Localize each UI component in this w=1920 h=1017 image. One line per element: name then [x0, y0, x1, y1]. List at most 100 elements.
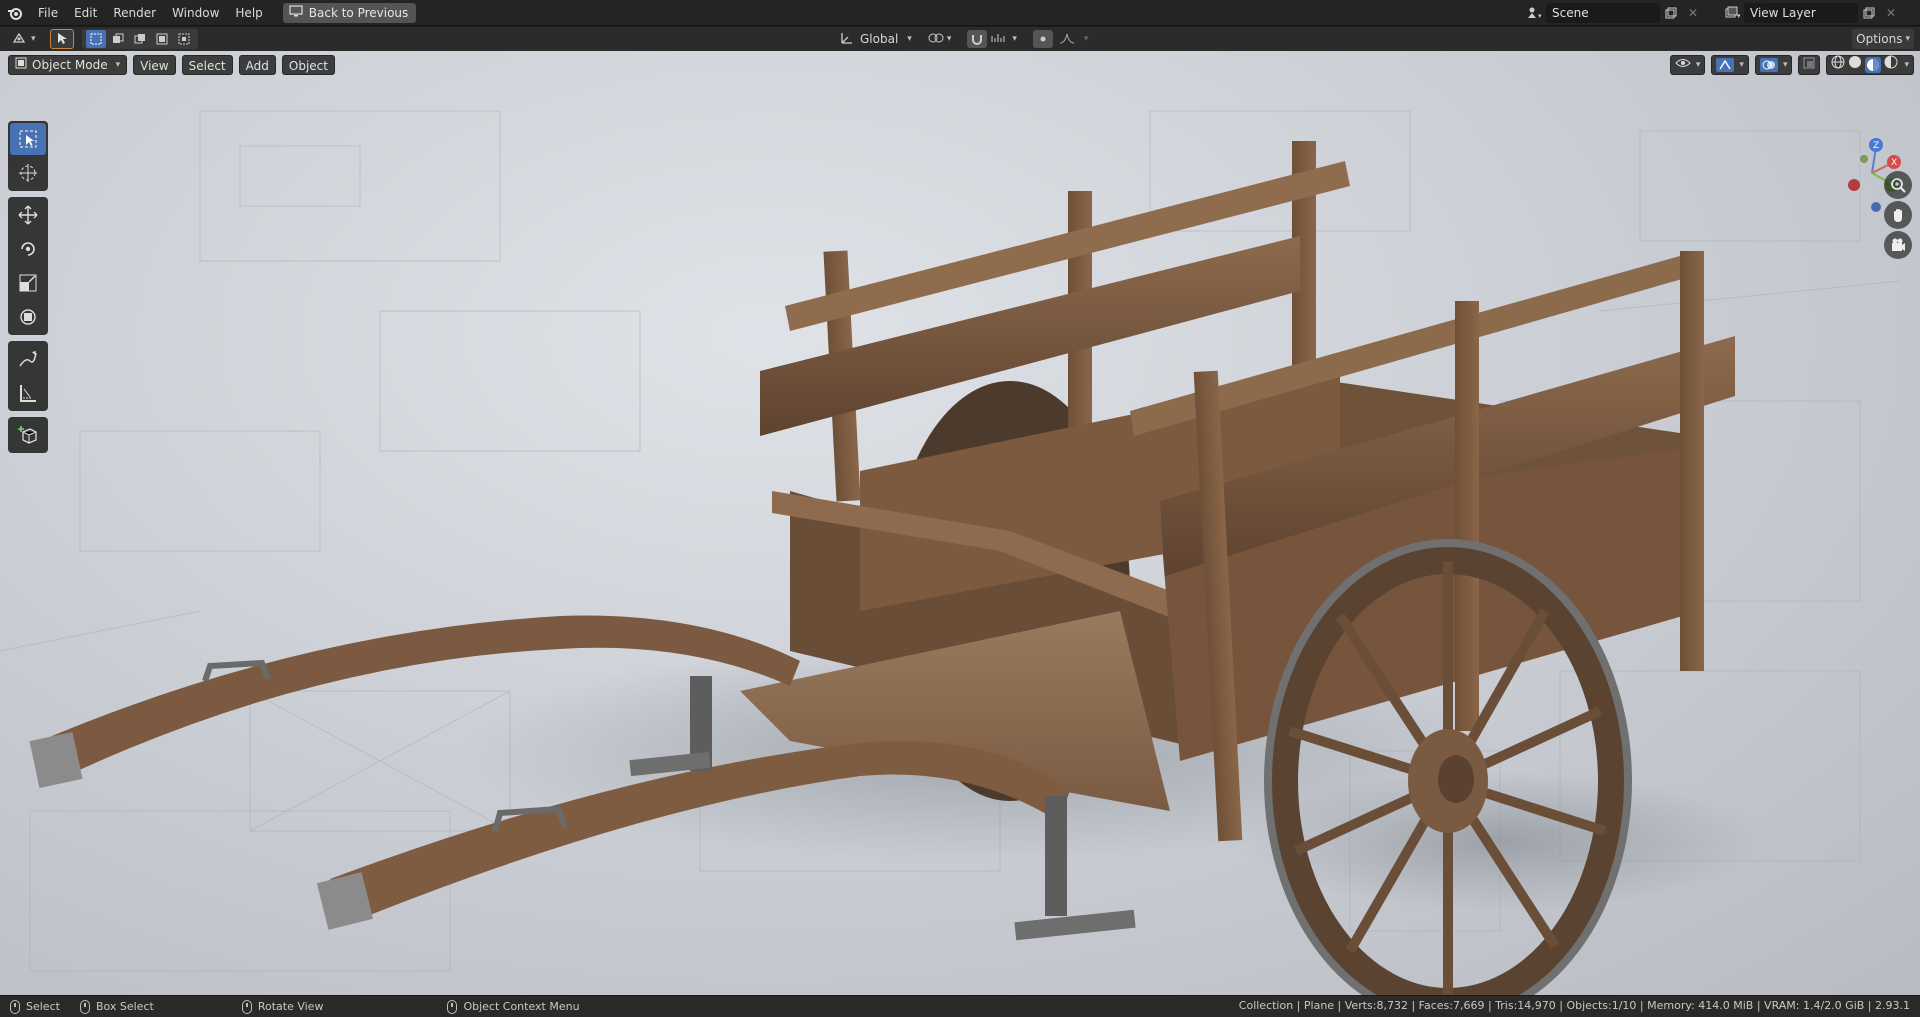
select-hint-label: Select: [26, 1000, 60, 1013]
delete-view-layer-icon[interactable]: ✕: [1880, 3, 1902, 23]
orientation-icon: [840, 31, 854, 48]
blender-logo-icon[interactable]: [0, 0, 30, 26]
active-tool-indicator[interactable]: [49, 29, 74, 49]
mode-intersect-icon[interactable]: [174, 30, 194, 48]
new-scene-icon[interactable]: [1660, 3, 1682, 23]
middle-mouse-icon: [241, 999, 252, 1014]
box-select-hint-label: Box Select: [95, 1000, 154, 1013]
view-layer-browse-icon[interactable]: ▾: [1722, 3, 1744, 23]
visibility-dropdown[interactable]: ▾: [1669, 55, 1706, 75]
view-layer-name-field[interactable]: View Layer: [1744, 3, 1858, 23]
screen-icon: [289, 5, 303, 20]
menu-object[interactable]: Object: [281, 55, 335, 75]
object-mode-icon: [15, 55, 27, 75]
camera-view-icon[interactable]: [1884, 231, 1912, 259]
snap-magnet-icon[interactable]: [967, 30, 988, 48]
gizmo-x-label: X: [1891, 158, 1897, 168]
menu-edit[interactable]: Edit: [66, 2, 105, 24]
menu-file[interactable]: File: [30, 2, 66, 24]
cart-render: [0, 110, 1901, 995]
menu-help[interactable]: Help: [227, 2, 270, 24]
left-drag-mouse-icon: [79, 999, 90, 1014]
xray-icon: [1803, 55, 1815, 75]
scene-name-field[interactable]: Scene: [1546, 3, 1660, 23]
status-context-menu-hint: Object Context Menu: [447, 999, 580, 1014]
select-box-tool-icon[interactable]: [10, 123, 46, 155]
delete-scene-icon[interactable]: ✕: [1682, 3, 1704, 23]
material-shading-icon[interactable]: [1865, 57, 1882, 73]
transform-tool-icon[interactable]: [10, 301, 46, 333]
3d-viewport[interactable]: Object Mode ▾ View Select Add Object ▾ ▾…: [0, 51, 1920, 995]
shading-mode-group: ▾: [1826, 55, 1914, 75]
chevron-down-icon: ▾: [1012, 34, 1017, 44]
chevron-down-icon: ▾: [115, 60, 121, 70]
rotate-tool-icon[interactable]: [10, 233, 46, 265]
viewport-header: Object Mode ▾ View Select Add Object: [8, 55, 335, 75]
xray-toggle[interactable]: [1798, 55, 1821, 75]
measure-tool-icon[interactable]: [10, 377, 46, 409]
new-view-layer-icon[interactable]: [1858, 3, 1880, 23]
menu-add[interactable]: Add: [238, 55, 276, 75]
svg-text:▾: ▾: [1737, 12, 1741, 20]
snap-increment-icon[interactable]: [991, 32, 1005, 47]
context-menu-hint-label: Object Context Menu: [463, 1000, 580, 1013]
tool-settings-header: ▾ Global ▾ ▾ ▾ ▾ Options ▾: [0, 27, 1920, 51]
menu-view[interactable]: View: [133, 55, 176, 75]
rendered-shading-icon[interactable]: [1884, 55, 1898, 75]
object-mode-label: Object Mode: [32, 58, 108, 72]
move-tool-icon[interactable]: [10, 199, 46, 231]
proportional-edit-icon[interactable]: [1032, 30, 1053, 48]
status-bar: Select Box Select Rotate View Object Con…: [0, 995, 1920, 1017]
snapping-group: ▾: [963, 29, 1021, 49]
overlay-icon: [1759, 58, 1778, 72]
chevron-down-icon: ▾: [1083, 34, 1089, 44]
back-to-previous-button[interactable]: Back to Previous: [282, 2, 417, 23]
mode-invert-icon[interactable]: [152, 30, 172, 48]
options-label: Options: [1856, 32, 1903, 46]
solid-shading-icon[interactable]: [1848, 55, 1862, 75]
right-mouse-icon: [447, 999, 458, 1014]
status-rotate-view-hint: Rotate View: [241, 999, 323, 1014]
overlay-toggle[interactable]: ▾: [1754, 55, 1793, 75]
proportional-edit-group: ▾: [1029, 29, 1093, 49]
pivot-point-dropdown[interactable]: ▾: [924, 29, 956, 49]
chevron-down-icon: ▾: [1695, 60, 1701, 70]
chevron-down-icon: ▾: [946, 34, 952, 44]
orientation-value: Global: [860, 32, 899, 46]
chevron-down-icon: ▾: [1739, 60, 1744, 70]
viewport-shading-controls: ▾ ▾ ▾ ▾: [1669, 55, 1914, 75]
pivot-icon: [928, 31, 944, 48]
status-select-hint: Select: [10, 999, 60, 1014]
select-cursor-icon: [55, 31, 69, 48]
mode-subtract-icon[interactable]: [130, 30, 150, 48]
menu-window[interactable]: Window: [164, 2, 227, 24]
selection-mode-group: [81, 29, 198, 49]
pan-hand-icon[interactable]: [1884, 201, 1912, 229]
transform-orientation-dropdown[interactable]: Global ▾: [836, 29, 916, 49]
zoom-icon[interactable]: [1884, 171, 1912, 199]
cursor-tool-icon[interactable]: [10, 157, 46, 189]
status-box-select-hint: Box Select: [79, 999, 154, 1014]
add-cube-tool-icon[interactable]: [10, 419, 46, 451]
top-menu-bar: File Edit Render Window Help Back to Pre…: [0, 0, 1920, 26]
mode-extend-icon[interactable]: [108, 30, 128, 48]
wireframe-shading-icon[interactable]: [1831, 55, 1845, 75]
menu-select[interactable]: Select: [181, 55, 233, 75]
chevron-down-icon: ▾: [31, 34, 36, 44]
back-to-previous-label: Back to Previous: [308, 5, 409, 20]
scene-browse-icon[interactable]: ▾: [1524, 3, 1546, 23]
scene-selector: ▾ Scene ✕: [1524, 3, 1704, 23]
mode-new-icon[interactable]: [85, 30, 106, 48]
menu-render[interactable]: Render: [105, 2, 164, 24]
options-dropdown[interactable]: Options ▾: [1852, 29, 1914, 49]
gizmo-toggle[interactable]: ▾: [1711, 55, 1749, 75]
chevron-down-icon: ▾: [1782, 60, 1788, 70]
scene-statistics: Collection | Plane | Verts:8,732 | Faces…: [1238, 999, 1910, 1012]
svg-text:▾: ▾: [1538, 12, 1542, 20]
annotate-tool-icon[interactable]: [10, 343, 46, 375]
editor-type-selector[interactable]: ▾: [8, 29, 40, 49]
object-mode-dropdown[interactable]: Object Mode ▾: [8, 55, 128, 75]
left-mouse-icon: [10, 999, 20, 1014]
scale-tool-icon[interactable]: [10, 267, 46, 299]
falloff-curve-icon[interactable]: [1059, 32, 1075, 47]
